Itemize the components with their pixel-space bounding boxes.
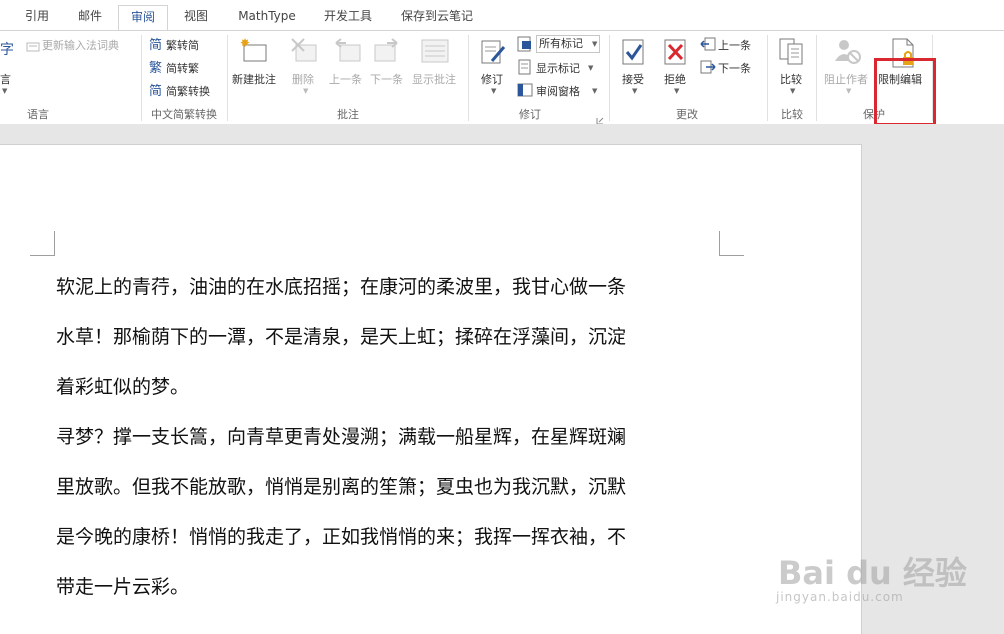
tab-view[interactable]: 视图 — [176, 6, 216, 30]
paragraph-line: 带走一片云彩。 — [56, 576, 190, 598]
markup-select[interactable]: 所有标记 — [536, 35, 600, 53]
chevron-down-icon: ▼ — [674, 87, 680, 95]
paragraph-line: 水草！那榆荫下的一潭，不是清泉，是天上虹；揉碎在浮藻间，沉淀 — [56, 326, 627, 348]
margin-corner-mark — [30, 231, 55, 256]
group-label-changes: 更改 — [676, 108, 698, 121]
show-markup-icon — [517, 59, 533, 75]
chevron-down-icon: ▼ — [846, 87, 852, 95]
compare-icon — [778, 37, 806, 67]
tab-developer[interactable]: 开发工具 — [316, 6, 380, 30]
simplified-to-traditional-button[interactable]: 简转繁 — [166, 60, 199, 76]
next-change-icon — [700, 59, 716, 75]
group-divider — [227, 35, 228, 121]
highlight-box — [874, 58, 936, 126]
tab-mailings[interactable]: 邮件 — [70, 6, 110, 30]
compare-button[interactable]: 比较 — [780, 71, 802, 87]
chinese-conversion-button[interactable]: 简繁转换 — [166, 83, 210, 99]
language-icon[interactable]: 字 — [0, 39, 18, 59]
group-divider — [141, 35, 142, 121]
watermark-url: jingyan.baidu.com — [776, 590, 904, 604]
chevron-down-icon: ▼ — [632, 87, 638, 95]
previous-comment-button[interactable]: 上一条 — [329, 71, 362, 87]
show-comments-icon — [420, 37, 450, 65]
tab-save-to-cloud-note[interactable]: 保存到云笔记 — [392, 6, 482, 30]
delete-comment-icon — [290, 37, 320, 65]
previous-comment-icon — [332, 37, 362, 65]
show-comments-button[interactable]: 显示批注 — [412, 71, 456, 87]
svg-text:简: 简 — [149, 37, 162, 52]
reject-button[interactable]: 拒绝 — [664, 71, 686, 87]
previous-change-icon — [700, 36, 716, 52]
reject-icon — [662, 37, 690, 67]
tab-review[interactable]: 审阅 — [118, 5, 168, 31]
margin-corner-mark — [719, 231, 744, 256]
document-page[interactable]: 软泥上的青荇，油油的在水底招摇；在康河的柔波里，我甘心做一条 水草！那榆荫下的一… — [0, 144, 862, 634]
review-pane-button[interactable]: 审阅窗格 — [536, 83, 580, 99]
markup-display-icon — [517, 36, 533, 52]
chevron-down-icon: ▼ — [790, 87, 796, 95]
show-markup-button[interactable]: 显示标记 — [536, 60, 580, 76]
next-comment-button[interactable]: 下一条 — [370, 71, 403, 87]
ribbon-tab-bar: 引用 邮件 审阅 视图 MathType 开发工具 保存到云笔记 — [0, 0, 1004, 31]
chevron-down-icon: ▼ — [2, 87, 8, 95]
tab-mathtype[interactable]: MathType — [230, 6, 304, 30]
track-changes-icon — [478, 37, 508, 67]
delete-comment-button[interactable]: 删除 — [292, 71, 314, 87]
chevron-down-icon: ▼ — [588, 64, 594, 72]
new-comment-button[interactable]: 新建批注 — [232, 71, 276, 87]
group-divider — [609, 35, 610, 121]
dictionary-icon — [26, 38, 40, 52]
next-change-button[interactable]: 下一条 — [718, 60, 751, 76]
update-ime-dictionary-button[interactable]: 更新输入法词典 — [42, 37, 119, 53]
track-changes-button[interactable]: 修订 — [481, 71, 503, 87]
new-comment-icon: ✸ — [240, 36, 270, 65]
chevron-down-icon: ▼ — [303, 87, 309, 95]
simplified-to-traditional-icon: 繁 — [149, 59, 165, 76]
group-label-tracking: 修订 — [519, 108, 541, 121]
group-label-chinese-conversion: 中文简繁转换 — [151, 108, 217, 121]
paragraph-line: 是今晚的康桥！悄悄的我走了，正如我悄悄的来；我挥一挥衣袖，不 — [56, 526, 627, 548]
accept-icon — [620, 37, 648, 67]
traditional-to-simplified-icon: 简 — [149, 36, 165, 53]
block-authors-button[interactable]: 阻止作者 — [824, 71, 868, 87]
paragraph-line: 寻梦？撑一支长篙，向青草更青处漫溯；满载一船星辉，在星辉斑斓 — [56, 426, 627, 448]
group-label-language: 语言 — [27, 108, 49, 121]
block-authors-icon — [832, 37, 864, 67]
ribbon: 字 言 ▼ 更新输入法词典 语言 简 繁转简 繁 简转繁 简 简繁转换 中文简繁… — [0, 30, 1004, 126]
language-button-label[interactable]: 言 — [0, 71, 11, 87]
tab-references[interactable]: 引用 — [18, 6, 56, 30]
chevron-down-icon: ▼ — [592, 87, 598, 95]
group-label-comments: 批注 — [337, 108, 359, 121]
watermark-brand: Bai du 经验 — [778, 554, 967, 592]
next-comment-icon — [373, 37, 403, 65]
traditional-to-simplified-button[interactable]: 繁转简 — [166, 37, 199, 53]
group-label-compare: 比较 — [781, 108, 803, 121]
svg-text:简: 简 — [149, 83, 162, 98]
paragraph-line: 软泥上的青荇，油油的在水底招摇；在康河的柔波里，我甘心做一条 — [56, 276, 627, 298]
paragraph-line: 里放歌。但我不能放歌，悄悄是别离的笙箫；夏虫也为我沉默，沉默 — [56, 476, 627, 498]
dialog-launcher-icon[interactable] — [596, 110, 604, 125]
svg-text:繁: 繁 — [149, 60, 162, 75]
group-divider — [767, 35, 768, 121]
paragraph-line: 着彩虹似的梦。 — [56, 376, 190, 398]
chinese-conversion-icon: 简 — [149, 82, 165, 99]
chevron-down-icon: ▼ — [491, 87, 497, 95]
group-divider — [816, 35, 817, 121]
chevron-down-icon: ▼ — [592, 40, 598, 48]
svg-text:✸: ✸ — [240, 37, 250, 50]
review-pane-icon — [517, 82, 533, 98]
svg-text:字: 字 — [0, 42, 14, 58]
previous-change-button[interactable]: 上一条 — [718, 37, 751, 53]
accept-button[interactable]: 接受 — [622, 71, 644, 87]
group-divider — [468, 35, 469, 121]
